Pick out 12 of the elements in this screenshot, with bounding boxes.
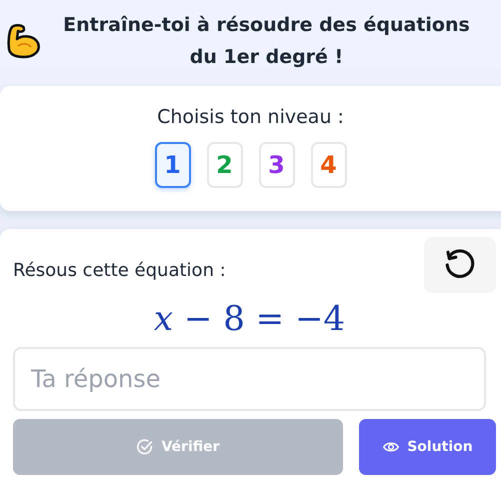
exercise-prompt: Résous cette équation : [13, 260, 226, 280]
answer-field[interactable]: Ta réponse [13, 347, 486, 411]
page-title: Entraîne-toi à résoudre des équations du 1er degré ! [62, 13, 471, 70]
solution-button[interactable]: Solution [359, 419, 496, 475]
level-label: Choisis ton niveau : [157, 106, 344, 128]
reset-button[interactable] [424, 237, 496, 293]
level-button[interactable]: 2 [206, 142, 242, 188]
check-circle-icon [136, 438, 154, 456]
equation: x − 8 = −4 [152, 299, 346, 339]
level-button[interactable]: 3 [258, 142, 294, 188]
level-button[interactable]: 1 [154, 142, 190, 188]
level-button[interactable]: 4 [310, 142, 346, 188]
